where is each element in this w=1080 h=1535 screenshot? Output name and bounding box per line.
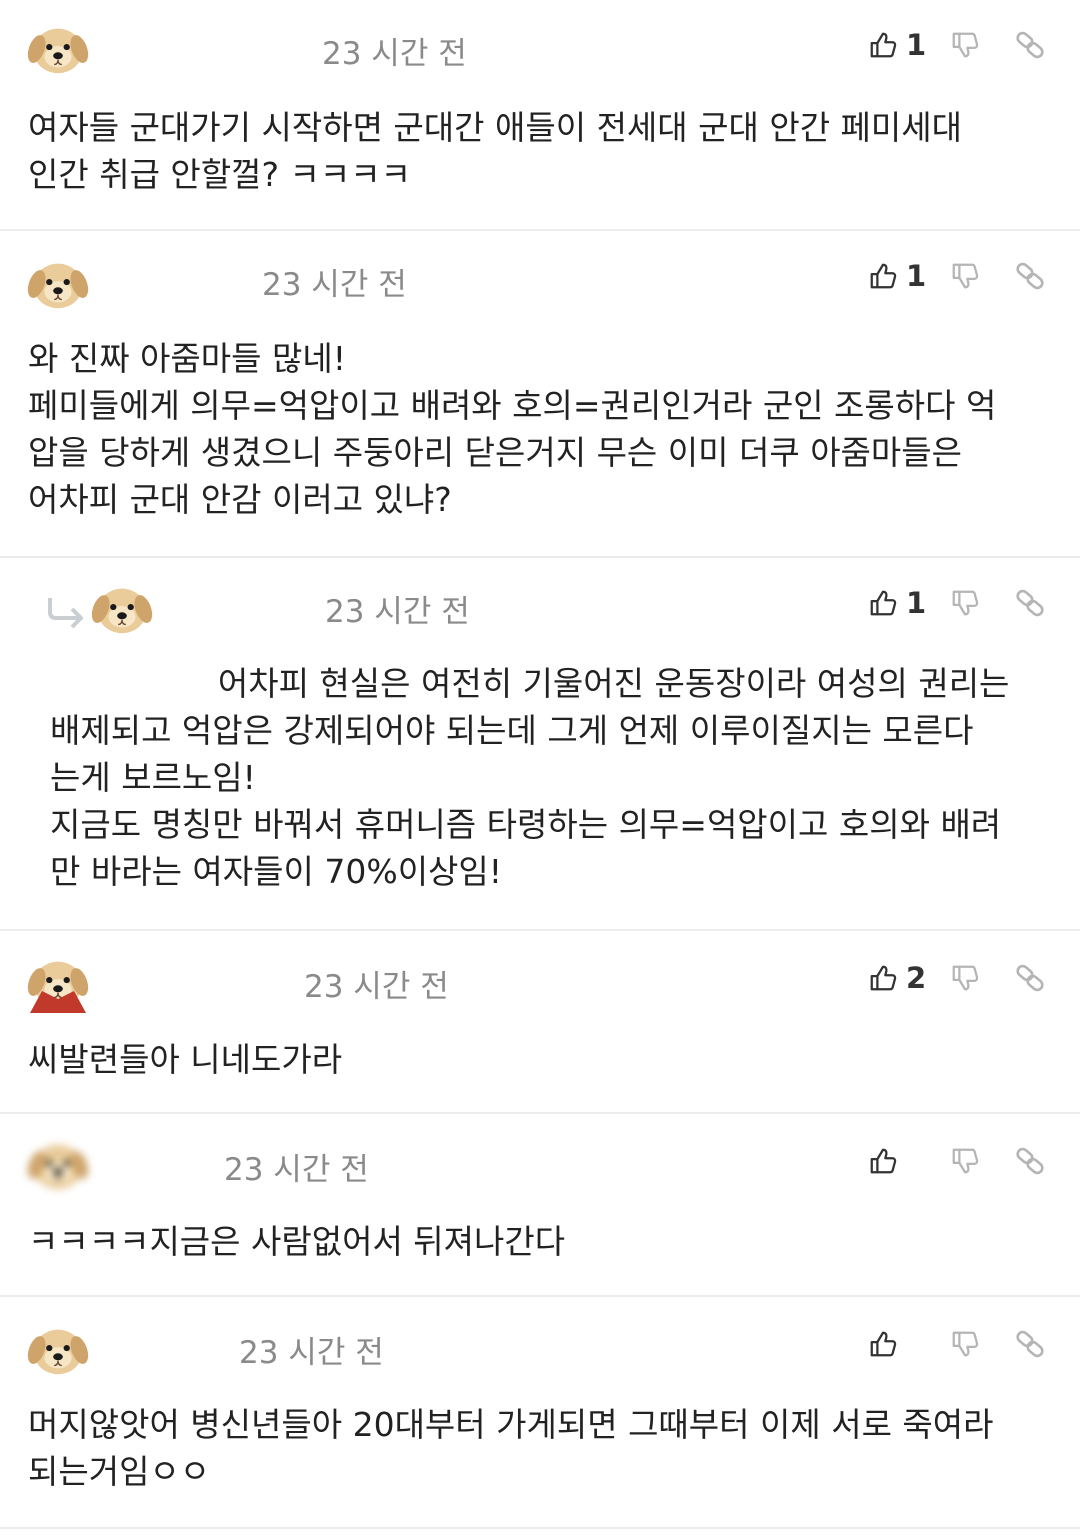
thumbs-down-icon (950, 586, 980, 620)
comment-actions (868, 1327, 1046, 1361)
like-count: 2 (906, 961, 927, 995)
puppy-avatar[interactable] (27, 1319, 89, 1381)
link-button[interactable] (1014, 962, 1046, 994)
like-count: 1 (906, 259, 927, 293)
comment-time: 23 시간 전 (239, 1335, 384, 1371)
link-button[interactable] (1014, 587, 1046, 619)
like-count: 1 (906, 28, 927, 62)
link-button[interactable] (1014, 29, 1046, 61)
thumbs-up-icon (868, 259, 898, 293)
thumbs-up-icon (868, 28, 898, 62)
comment-item: 23 시간 전 1 와 진짜 아줌마들 많네! 페미들에게 의무=억압이고 배려… (0, 231, 1080, 558)
thumbs-up-icon (868, 1327, 898, 1361)
dislike-button[interactable] (950, 28, 980, 62)
thumbs-up-icon (868, 586, 898, 620)
link-icon (1014, 260, 1046, 292)
puppy-avatar[interactable] (27, 253, 89, 315)
comment-item: 23 시간 전 2 씨발련들아 니네도가라 (0, 931, 1080, 1114)
puppy-avatar[interactable] (27, 18, 89, 80)
like-button[interactable]: 1 (868, 28, 928, 62)
thumbs-down-icon (950, 1327, 980, 1361)
link-button[interactable] (1014, 1328, 1046, 1360)
comment-text: 와 진짜 아줌마들 많네! 페미들에게 의무=억압이고 배려와 호의=권리인거라… (28, 339, 997, 519)
comment-time: 23 시간 전 (224, 1152, 369, 1188)
comment-time: 23 시간 전 (322, 36, 467, 72)
thumbs-up-icon (868, 961, 898, 995)
link-icon (1014, 29, 1046, 61)
link-icon (1014, 1328, 1046, 1360)
dislike-button[interactable] (950, 586, 980, 620)
dislike-button[interactable] (950, 1144, 980, 1178)
like-button[interactable] (868, 1144, 928, 1178)
comment-item: 23 시간 전 1 여자들 군대가기 시작하면 군대간 애들이 전세대 군대 안… (0, 0, 1080, 231)
comment-text: 씨발련들아 니네도가라 (28, 1040, 343, 1079)
puppy-avatar[interactable] (27, 1134, 89, 1196)
like-button[interactable]: 2 (868, 961, 928, 995)
thumbs-up-icon (868, 1144, 898, 1178)
comment-item: 23 시간 전 머지않앗어 병신년들아 20대부터 가게되면 그때부터 이제 서… (0, 1297, 1080, 1529)
comment-text: ㅋㅋㅋㅋ지금은 사람없어서 뒤져나간다 (28, 1222, 566, 1261)
comment-actions: 2 (868, 961, 1046, 995)
like-button[interactable]: 1 (868, 259, 928, 293)
comment-actions: 1 (868, 259, 1046, 293)
comment-actions (868, 1144, 1046, 1178)
thumbs-down-icon (950, 28, 980, 62)
comment-text: 머지않앗어 병신년들아 20대부터 가게되면 그때부터 이제 서로 죽여라 되는… (28, 1405, 994, 1491)
link-button[interactable] (1014, 1145, 1046, 1177)
thumbs-down-icon (950, 961, 980, 995)
comment-item: 23 시간 전 ㅋㅋㅋㅋ지금은 사람없어서 뒤져나간다 (0, 1114, 1080, 1297)
comment-actions: 1 (868, 28, 1046, 62)
puppy-avatar[interactable] (91, 578, 153, 640)
comment-time: 23 시간 전 (262, 267, 407, 303)
dislike-button[interactable] (950, 961, 980, 995)
comment-text: 어차피 현실은 여전히 기울어진 운동장이라 여성의 권리는 배제되고 억압은 … (50, 664, 1010, 891)
comment-time: 23 시간 전 (304, 969, 449, 1005)
like-button[interactable]: 1 (868, 586, 928, 620)
link-button[interactable] (1014, 260, 1046, 292)
link-icon (1014, 962, 1046, 994)
comment-text: 여자들 군대가기 시작하면 군대간 애들이 전세대 군대 안간 페미세대 인간 … (28, 108, 962, 194)
thumbs-down-icon (950, 259, 980, 293)
dislike-button[interactable] (950, 1327, 980, 1361)
dislike-button[interactable] (950, 259, 980, 293)
red-cape-icon (30, 991, 86, 1013)
link-icon (1014, 1145, 1046, 1177)
comment-time: 23 시간 전 (325, 594, 470, 630)
link-icon (1014, 587, 1046, 619)
comment-actions: 1 (868, 586, 1046, 620)
thumbs-down-icon (950, 1144, 980, 1178)
reply-item: 23 시간 전 1 어차피 현실은 여전히 기울어진 운동장이라 여성의 권리는… (0, 558, 1080, 931)
like-button[interactable] (868, 1327, 928, 1361)
reply-arrow-icon (48, 598, 83, 629)
like-count: 1 (906, 586, 927, 620)
